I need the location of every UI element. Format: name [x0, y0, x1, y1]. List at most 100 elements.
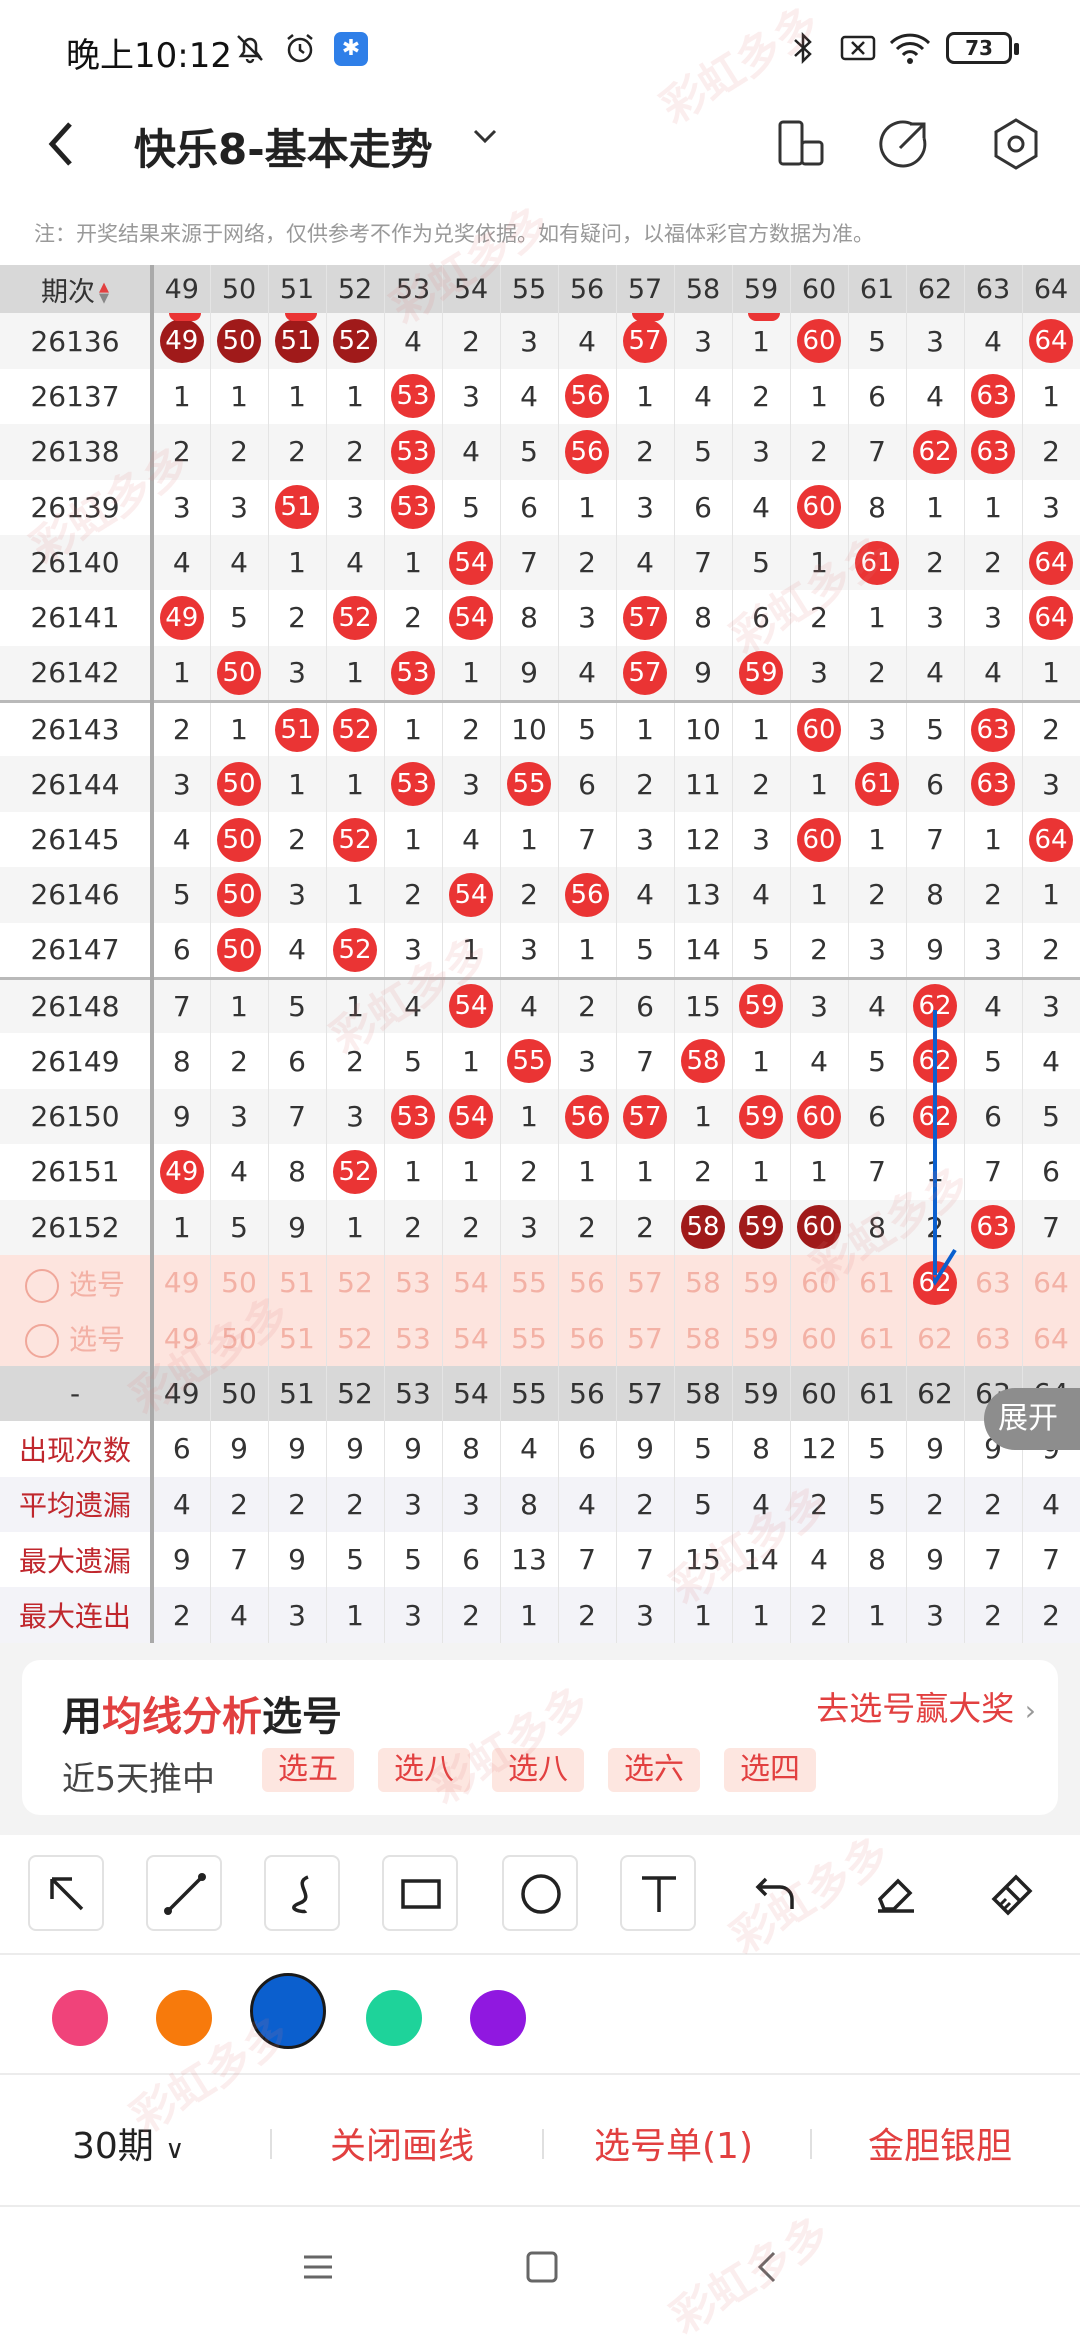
number-cell[interactable]: 2 [384, 1199, 443, 1255]
number-cell[interactable]: 63 [964, 368, 1023, 425]
number-cell[interactable]: 5 [732, 534, 791, 591]
checkbox-circle-icon[interactable] [24, 1268, 59, 1303]
number-cell[interactable]: 8 [500, 590, 559, 646]
number-cell[interactable]: 63 [964, 756, 1023, 812]
number-cell[interactable]: 3 [674, 313, 733, 369]
menu-icon[interactable] [298, 2247, 338, 2298]
number-cell[interactable]: 1 [964, 479, 1023, 535]
number-cell[interactable]: 56 [558, 867, 617, 923]
number-cell[interactable]: 6 [906, 756, 965, 812]
number-cell[interactable]: 3 [964, 590, 1023, 646]
number-cell[interactable]: 10 [500, 699, 559, 757]
number-cell[interactable]: 1 [906, 479, 965, 535]
number-cell[interactable]: 4 [442, 424, 501, 480]
number-cell[interactable]: 51 [268, 699, 327, 757]
number-cell[interactable]: 54 [442, 867, 501, 923]
pick-cell[interactable]: 57 [616, 1310, 675, 1366]
number-cell[interactable]: 56 [558, 424, 617, 480]
number-cell[interactable]: 7 [906, 811, 965, 868]
number-cell[interactable]: 2 [1022, 424, 1080, 480]
number-cell[interactable]: 3 [152, 479, 211, 535]
number-cell[interactable]: 2 [906, 1199, 965, 1255]
number-cell[interactable]: 5 [848, 1033, 907, 1089]
number-cell[interactable]: 4 [906, 645, 965, 702]
number-cell[interactable]: 2 [558, 976, 617, 1034]
number-cell[interactable]: 5 [210, 1199, 269, 1255]
pick-cell[interactable]: 56 [558, 1310, 617, 1366]
number-cell[interactable]: 8 [152, 1033, 211, 1089]
number-cell[interactable]: 8 [268, 1144, 327, 1200]
pick-list-button[interactable]: 选号单(1) [594, 2117, 753, 2169]
number-cell[interactable]: 1 [616, 1144, 675, 1200]
number-cell[interactable]: 1 [1022, 867, 1080, 923]
number-cell[interactable]: 4 [384, 313, 443, 369]
rectangle-tool-icon[interactable] [382, 1855, 458, 1931]
number-cell[interactable]: 3 [152, 756, 211, 812]
number-cell[interactable]: 58 [674, 1199, 733, 1255]
number-cell[interactable]: 2 [384, 867, 443, 923]
line-tool-icon[interactable] [146, 1855, 222, 1931]
number-cell[interactable]: 4 [500, 976, 559, 1034]
number-cell[interactable]: 49 [152, 1144, 211, 1200]
pick-cell[interactable]: 58 [674, 1254, 733, 1311]
number-cell[interactable]: 59 [732, 645, 791, 702]
number-cell[interactable]: 5 [558, 699, 617, 757]
number-cell[interactable]: 57 [616, 590, 675, 646]
number-cell[interactable]: 2 [210, 424, 269, 480]
number-cell[interactable]: 50 [210, 313, 269, 369]
number-cell[interactable]: 15 [674, 976, 733, 1034]
promo-tag[interactable]: 选八 [492, 1748, 584, 1792]
number-cell[interactable]: 57 [616, 645, 675, 702]
number-cell[interactable]: 2 [790, 922, 849, 979]
promo-tag[interactable]: 选六 [608, 1748, 700, 1792]
number-cell[interactable]: 6 [848, 368, 907, 425]
number-cell[interactable]: 1 [790, 756, 849, 812]
number-cell[interactable]: 4 [848, 976, 907, 1034]
number-cell[interactable]: 10 [674, 699, 733, 757]
promo-card[interactable]: 用均线分析选号 去选号赢大奖 › 近5天推中 选五 选八 选八 选六 选四 [22, 1660, 1058, 1815]
number-cell[interactable]: 6 [500, 479, 559, 535]
number-cell[interactable]: 3 [848, 699, 907, 757]
number-cell[interactable]: 2 [326, 424, 385, 480]
settings-hexagon-icon[interactable] [984, 112, 1048, 176]
number-cell[interactable]: 6 [848, 1088, 907, 1145]
pick-cell[interactable]: 61 [848, 1310, 907, 1366]
number-cell[interactable]: 7 [674, 534, 733, 591]
number-cell[interactable]: 3 [732, 811, 791, 868]
pick-cell[interactable]: 54 [442, 1254, 501, 1311]
number-cell[interactable]: 5 [732, 922, 791, 979]
number-cell[interactable]: 55 [500, 756, 559, 812]
number-cell[interactable]: 8 [906, 867, 965, 923]
number-cell[interactable]: 8 [674, 590, 733, 646]
sort-icon[interactable]: ▲ ▼ [99, 281, 109, 305]
number-cell[interactable]: 2 [558, 534, 617, 591]
number-cell[interactable]: 60 [790, 811, 849, 868]
number-cell[interactable]: 4 [384, 976, 443, 1034]
number-cell[interactable]: 49 [152, 590, 211, 646]
number-cell[interactable]: 3 [1022, 976, 1080, 1034]
number-cell[interactable]: 6 [964, 1088, 1023, 1145]
number-cell[interactable]: 1 [732, 699, 791, 757]
number-cell[interactable]: 2 [558, 1199, 617, 1255]
circle-tool-icon[interactable] [502, 1855, 578, 1931]
pick-cell[interactable]: 64 [1022, 1310, 1080, 1366]
pick-cell[interactable]: 60 [790, 1254, 849, 1311]
pick-cell[interactable]: 63 [964, 1254, 1023, 1311]
number-cell[interactable]: 2 [964, 534, 1023, 591]
number-cell[interactable]: 1 [384, 699, 443, 757]
number-cell[interactable]: 63 [964, 424, 1023, 480]
number-cell[interactable]: 1 [210, 699, 269, 757]
number-cell[interactable]: 7 [558, 811, 617, 868]
number-cell[interactable]: 1 [442, 1144, 501, 1200]
number-cell[interactable]: 52 [326, 699, 385, 757]
number-cell[interactable]: 2 [732, 368, 791, 425]
back-arrow-icon[interactable] [40, 114, 80, 184]
number-cell[interactable]: 53 [384, 756, 443, 812]
number-cell[interactable]: 2 [790, 424, 849, 480]
number-cell[interactable]: 4 [964, 976, 1023, 1034]
number-cell[interactable]: 1 [210, 368, 269, 425]
number-cell[interactable]: 50 [210, 867, 269, 923]
number-cell[interactable]: 50 [210, 756, 269, 812]
number-cell[interactable]: 2 [500, 867, 559, 923]
number-cell[interactable]: 1 [384, 1144, 443, 1200]
